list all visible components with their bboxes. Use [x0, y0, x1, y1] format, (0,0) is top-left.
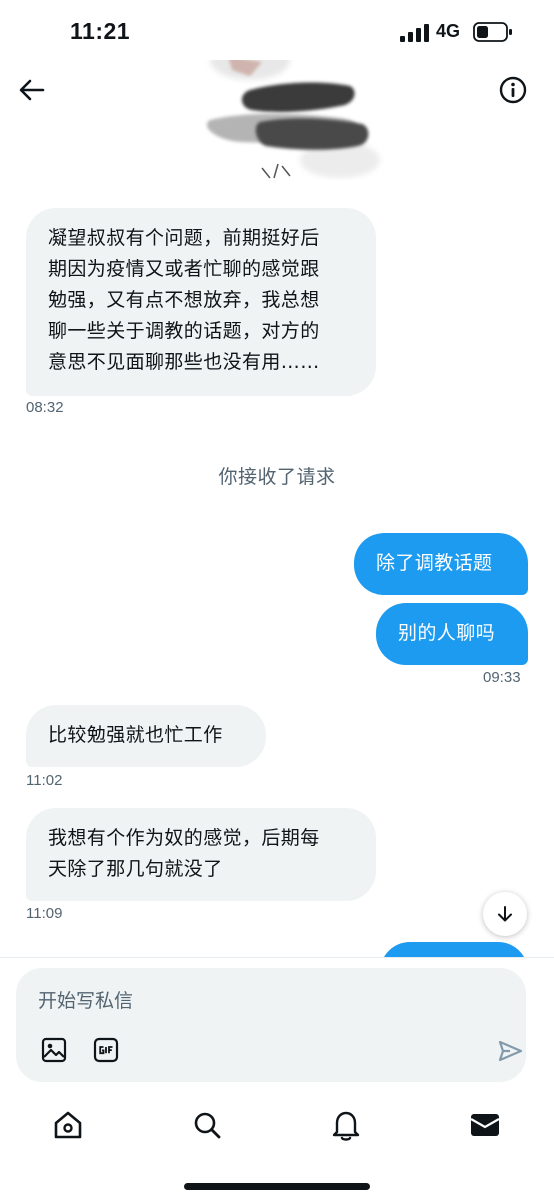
message-line: 勉强，又有点不想放弃，我总想 [48, 289, 320, 311]
back-button[interactable] [14, 72, 50, 108]
message-composer [16, 968, 526, 1082]
blurred-profile-image [206, 60, 380, 179]
info-button[interactable] [495, 72, 531, 108]
message-timestamp: 08:32 [26, 399, 64, 416]
gif-button[interactable] [90, 1034, 122, 1066]
system-message: 你接收了请求 [218, 466, 336, 488]
tab-notifications[interactable] [326, 1105, 366, 1145]
message-timestamp: 11:09 [26, 905, 63, 922]
gif-icon [93, 1037, 119, 1063]
bell-icon [332, 1111, 360, 1141]
message-line: 聊一些关于调教的话题，对方的 [48, 320, 320, 342]
tab-messages[interactable] [465, 1105, 505, 1145]
image-icon [41, 1037, 67, 1063]
signal-strength-icon [400, 24, 429, 42]
info-icon [499, 76, 527, 104]
message-bubble-sent[interactable]: 别的人聊吗 [376, 603, 528, 665]
message-bubble-sent[interactable]: 除了调教话题 [354, 533, 528, 595]
message-timestamp: 09:33 [483, 669, 521, 686]
home-icon [54, 1111, 82, 1139]
message-bubble-received[interactable]: 我想有个作为奴的感觉，后期每 天除了那几句就没了 [26, 808, 376, 901]
network-type: 4G [436, 21, 461, 41]
battery-icon [473, 22, 512, 42]
message-bubble-received[interactable]: 凝望叔叔有个问题，前期挺好后 期因为疫情又或者忙聊的感觉跟 勉强，又有点不想放弃… [26, 208, 376, 396]
send-icon [498, 1040, 523, 1062]
media-button[interactable] [38, 1034, 70, 1066]
scroll-to-bottom-button[interactable] [483, 892, 527, 936]
send-button[interactable] [494, 1035, 526, 1067]
composer-area [0, 957, 554, 1097]
message-line: 凝望叔叔有个问题，前期挺好后 [48, 227, 320, 249]
message-timestamp: 11:02 [26, 772, 63, 789]
message-text: 比较勉强就也忙工作 [48, 724, 223, 746]
mail-icon [470, 1114, 500, 1136]
message-line: 天除了那几句就没了 [48, 858, 223, 880]
conversation-header [0, 60, 554, 185]
bottom-tab-bar [0, 1097, 554, 1200]
message-bubble-received[interactable]: 比较勉强就也忙工作 [26, 705, 266, 767]
search-icon [194, 1112, 221, 1139]
message-line: 意思不见面聊那些也没有用…… [48, 351, 320, 373]
message-text: 除了调教话题 [376, 552, 493, 574]
message-line: 期因为疫情又或者忙聊的感觉跟 [48, 258, 320, 280]
message-list[interactable]: 凝望叔叔有个问题，前期挺好后 期因为疫情又或者忙聊的感觉跟 勉强，又有点不想放弃… [0, 185, 554, 960]
message-line: 我想有个作为奴的感觉，后期每 [48, 827, 320, 849]
arrow-left-icon [19, 79, 45, 101]
home-indicator [184, 1183, 370, 1190]
message-text: 别的人聊吗 [398, 622, 496, 644]
status-bar: 11:21 4G [0, 0, 554, 60]
message-input[interactable] [38, 990, 478, 1012]
status-time: 11:21 [70, 18, 131, 44]
tab-home[interactable] [48, 1105, 88, 1145]
tab-search[interactable] [187, 1105, 227, 1145]
arrow-down-icon [498, 906, 512, 922]
